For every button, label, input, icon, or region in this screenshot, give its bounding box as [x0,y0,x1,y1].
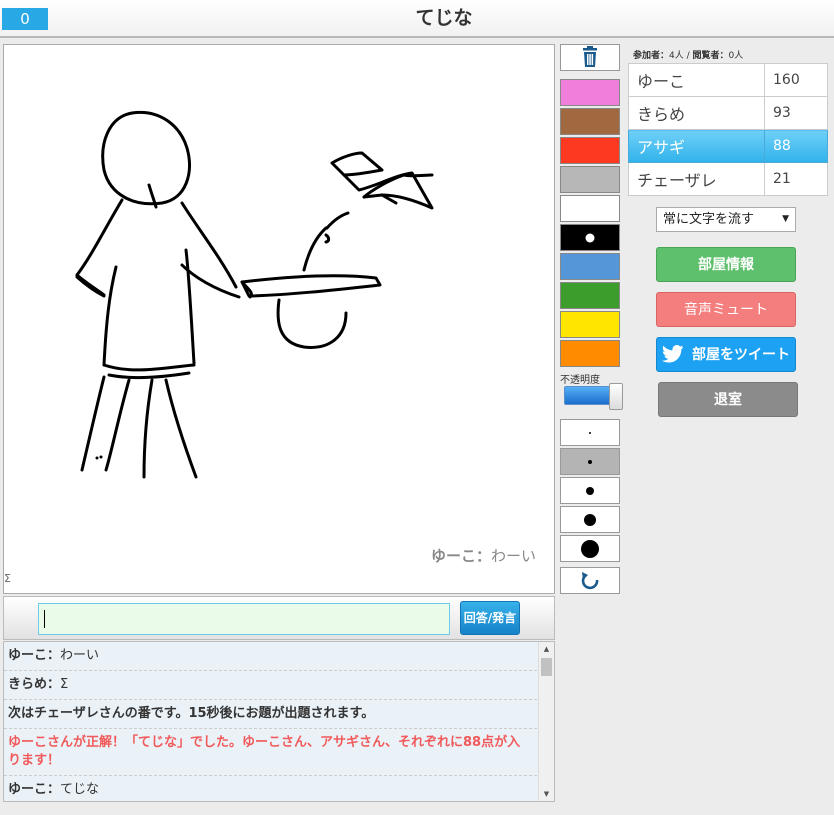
chat-sep: ： [47,782,61,797]
canvas-speech: ゆーこ：わーい [431,545,536,566]
tweet-label: 部屋をツイート [692,347,790,363]
chat-author: ゆーこ [8,782,48,797]
brush-size-dot [589,431,591,434]
color-swatch[interactable] [560,195,620,222]
chat-sep: ： [47,677,61,692]
brush-size-button[interactable] [560,448,620,475]
participants-info: 参加者：4人 / 閲覧者：0人 [633,48,743,61]
score-row-active: アサギ 88 [628,129,828,163]
score-table: ゆーこ 160 きらめ 93 アサギ 88 チェーザレ 21 [628,63,828,196]
scroll-up-icon[interactable]: ▲ [539,642,554,656]
color-swatch[interactable] [560,108,620,135]
undo-button[interactable] [560,567,620,594]
send-answer-button[interactable]: 回答/発言 [460,601,520,635]
viewers-count: 0人 [728,51,744,61]
player-points: 88 [764,129,828,163]
opacity-slider-thumb[interactable] [609,383,623,410]
tweet-room-button[interactable]: 部屋をツイート [656,337,796,372]
chevron-down-icon: ▼ [782,214,789,224]
color-swatch[interactable] [560,166,620,193]
player-name: チェーザレ [628,162,765,196]
chat-text: Σ [60,677,69,692]
player-name: アサギ [628,129,765,163]
chat-message: ゆーこ：わーい [4,642,537,671]
score-row: ゆーこ 160 [628,63,828,97]
header-bar: 0 てじな [0,0,834,38]
scroll-mode-select[interactable]: 常に文字を流す ▼ [656,207,796,232]
speech-text: わーい [491,547,537,565]
mute-button[interactable]: 音声ミュート [656,292,796,327]
brush-size-dot [584,513,596,526]
chat-system-message: 次はチェーザレさんの番です。15秒後にお題が出題されます。 [4,700,537,729]
chat-author: きらめ [8,677,48,692]
score-row: きらめ 93 [628,96,828,130]
chat-message: きらめ：Σ [4,671,537,700]
chat-text: 次はチェーザレさんの番です。15秒後にお題が出題されます。 [8,706,375,721]
undo-icon [581,572,599,590]
scroll-thumb[interactable] [541,658,552,676]
chat-text: わーい [60,648,100,663]
color-swatch[interactable] [560,79,620,106]
scroll-down-icon[interactable]: ▼ [539,787,554,801]
chat-log[interactable]: ゆーこ：わーい きらめ：Σ 次はチェーザレさんの番です。15秒後にお題が出題され… [3,641,555,802]
chat-correct-message: ゆーこさんが正解！「てじな」でした。ゆーこさん、アサギさん、それぞれに88点が入… [4,729,537,776]
drawing-canvas[interactable]: ゆーこ：わーい Σ [3,44,555,594]
trash-icon [583,46,597,67]
color-swatch[interactable] [560,311,620,338]
color-swatch[interactable] [560,253,620,280]
player-name: きらめ [628,96,765,130]
brush-size-dot [581,539,599,558]
speech-sep: ： [476,547,492,565]
canvas-sigma: Σ [4,572,11,585]
chat-scrollbar[interactable]: ▲ ▼ [538,642,554,801]
clear-canvas-button[interactable] [560,44,620,71]
player-name: ゆーこ [628,63,765,97]
chat-message: ゆーこ：てじな [4,776,537,801]
participants-sep: / [683,51,693,61]
chat-sep: ： [47,648,61,663]
text-caret [44,610,45,628]
color-swatch[interactable] [560,340,620,367]
scroll-mode-value: 常に文字を流す [663,212,755,227]
chat-text: てじな [60,782,100,797]
brush-size-button[interactable] [560,506,620,533]
brush-size-dot [588,459,592,464]
player-points: 160 [764,63,828,97]
opacity-label: 不透明度 [560,375,600,386]
brush-size-button[interactable] [560,477,620,504]
score-row: チェーザレ 21 [628,162,828,196]
color-swatch[interactable] [560,282,620,309]
chat-text: ゆーこさんが正解！「てじな」でした。ゆーこさん、アサギさん、それぞれに88点が入… [8,735,521,768]
color-swatch[interactable] [560,224,620,251]
player-points: 21 [764,162,828,196]
speech-name: ゆーこ [431,547,477,565]
page-title: てじな [415,7,473,29]
leave-room-button[interactable]: 退室 [658,382,798,417]
participants-label: 参加者： [633,51,670,61]
selected-color-dot [585,233,595,242]
drawing-strokes [75,110,434,479]
player-points: 93 [764,96,828,130]
room-info-button[interactable]: 部屋情報 [656,247,796,282]
participants-count: 4人 [669,51,684,61]
viewers-label: 閲覧者： [692,51,729,61]
answer-input[interactable] [38,603,450,635]
brush-size-button[interactable] [560,535,620,562]
twitter-bird-icon [662,344,684,363]
color-swatch[interactable] [560,137,620,164]
brush-size-dot [586,486,594,495]
chat-author: ゆーこ [8,648,48,663]
brush-size-button[interactable] [560,419,620,446]
